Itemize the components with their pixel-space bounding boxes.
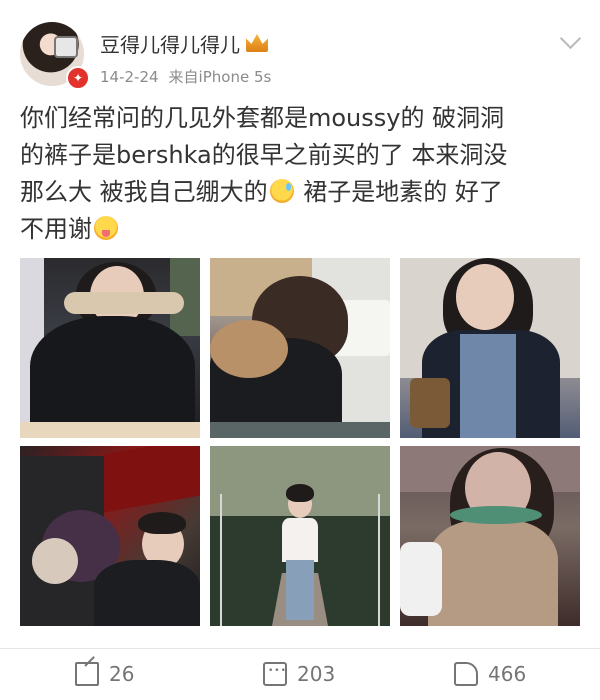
- avatar-badge-icon: ✦: [66, 66, 90, 90]
- post-text-line-3: 那么大 被我自己绷大的: [20, 178, 268, 206]
- repost-button[interactable]: 26: [75, 656, 134, 692]
- post-text-line-4: 不用谢: [20, 215, 92, 243]
- comment-icon: [263, 662, 287, 686]
- camera-icon: [54, 36, 78, 58]
- chevron-down-icon[interactable]: [559, 27, 582, 50]
- comment-button[interactable]: 203: [263, 656, 335, 692]
- share-icon: [75, 662, 99, 686]
- post-text-line-3b: 裙子是地素的 好了: [295, 178, 503, 206]
- post-date: 14-2-24: [100, 68, 159, 86]
- photo-2[interactable]: [210, 258, 390, 438]
- action-divider: [0, 648, 600, 649]
- photo-4[interactable]: [20, 446, 200, 626]
- post-text-line-1: 你们经常问的几见外套都是moussy的 破洞洞: [20, 104, 505, 132]
- photo-6[interactable]: [400, 446, 580, 626]
- like-button[interactable]: 466: [454, 656, 526, 692]
- post-text-line-2: 的裤子是bershka的很早之前买的了 本来洞没: [20, 141, 508, 169]
- thumbs-up-icon: [454, 662, 478, 686]
- username[interactable]: 豆得儿得儿得儿: [100, 29, 240, 58]
- post-text: 你们经常问的几见外套都是moussy的 破洞洞 的裤子是bershka的很早之前…: [20, 100, 580, 248]
- username-row: 豆得儿得儿得儿: [100, 27, 268, 59]
- weibo-post: ✦ 豆得儿得儿得儿 14-2-24 来自iPhone 5s 你们经常问的几见外套都…: [0, 0, 600, 700]
- post-source: 来自iPhone 5s: [168, 68, 272, 86]
- post-meta: 14-2-24 来自iPhone 5s: [100, 66, 271, 87]
- photo-1[interactable]: [20, 258, 200, 438]
- like-count: 466: [488, 662, 527, 686]
- comment-count: 203: [297, 662, 336, 686]
- repost-count: 26: [109, 662, 135, 686]
- photo-3[interactable]: [400, 258, 580, 438]
- photo-5[interactable]: [210, 446, 390, 626]
- crown-icon: [246, 34, 268, 52]
- user-avatar[interactable]: ✦: [20, 22, 90, 90]
- tongue-emoji-icon: [94, 216, 118, 240]
- sweat-emoji-icon: [269, 179, 294, 203]
